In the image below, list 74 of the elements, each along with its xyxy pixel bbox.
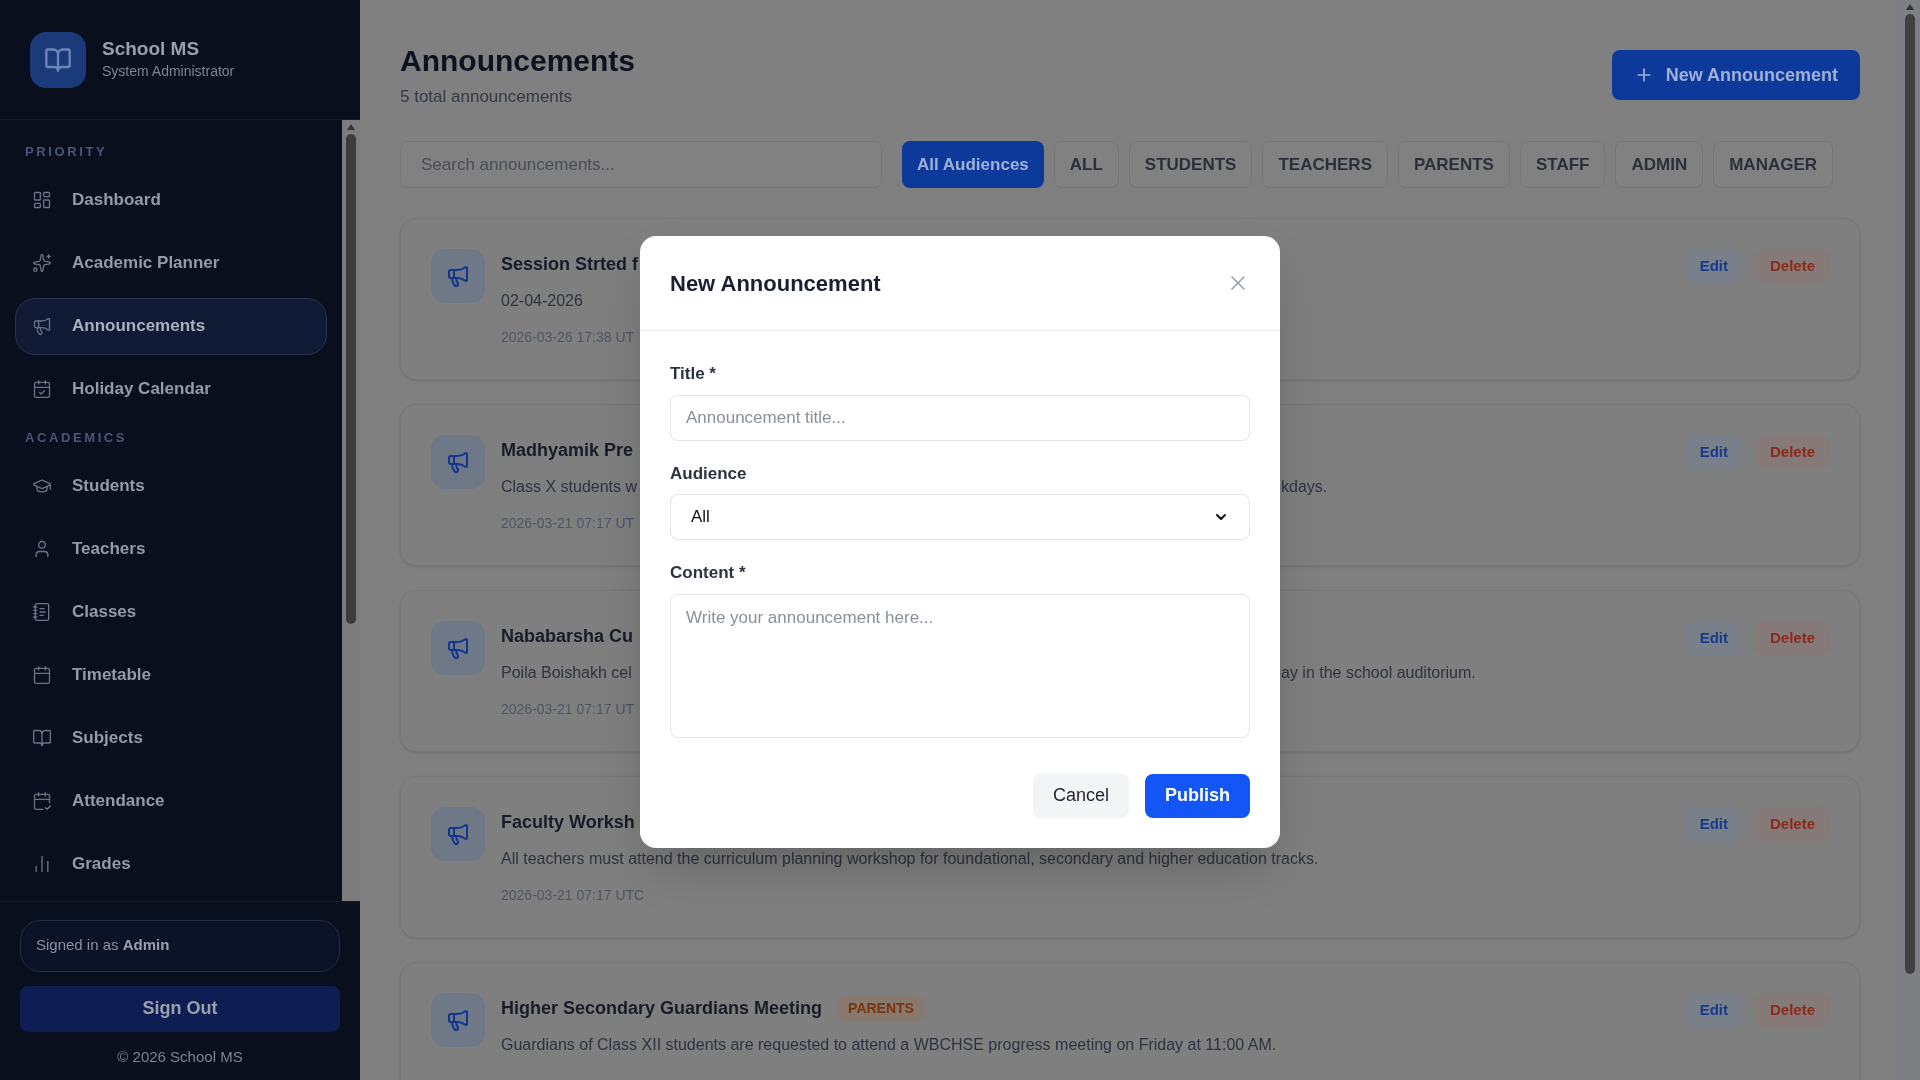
nav-item[interactable]: Timetable <box>15 646 327 703</box>
filter-chip[interactable]: STAFF <box>1519 141 1606 188</box>
megaphone-icon <box>431 621 485 675</box>
section-heading: ACADEMICS <box>24 428 129 447</box>
edit-button[interactable]: Edit <box>1685 807 1742 841</box>
announcement-text: 02-04-2026 <box>501 291 583 311</box>
nav-item[interactable]: Dashboard <box>15 171 327 229</box>
scrollbar[interactable] <box>342 120 360 901</box>
edit-button[interactable]: Edit <box>1685 435 1742 469</box>
announcement-text: kdays. <box>1281 477 1328 497</box>
announcement-text: Class X students w <box>501 477 638 497</box>
nav-item[interactable]: Subjects <box>15 709 327 766</box>
megaphone-icon <box>431 993 485 1047</box>
content-field[interactable]: Write your announcement here... <box>670 593 1250 738</box>
calendar-check-icon <box>32 790 52 811</box>
audience-select[interactable]: All <box>670 494 1250 540</box>
cancel-button[interactable]: Cancel <box>1032 773 1129 818</box>
brand-name: School MS <box>102 37 201 61</box>
search-field[interactable]: Search announcements... <box>400 141 882 188</box>
filter-chip[interactable]: ADMIN <box>1615 141 1704 188</box>
dialog-title: New Announcement <box>670 269 881 298</box>
page-title: Announcements <box>400 43 636 79</box>
nav-item[interactable]: Announcements <box>15 297 327 355</box>
announcement-title: Higher Secondary Guardians Meeting <box>501 996 823 1020</box>
dashboard-icon <box>32 190 52 210</box>
field-label: Content * <box>670 562 746 584</box>
audience-tag: PARENTS <box>838 995 924 1021</box>
book-icon <box>32 727 52 748</box>
title-field[interactable]: Announcement title... <box>670 394 1250 441</box>
filter-chip[interactable]: TEACHERS <box>1262 141 1388 188</box>
new-announcement-button[interactable]: New Announcement <box>1611 50 1860 100</box>
announcement-title: Faculty Worksh <box>501 810 635 834</box>
signed-in-text: Signed in as Admin <box>36 935 170 956</box>
nav-item[interactable]: Academic Planner <box>15 234 327 292</box>
nav-item[interactable]: Attendance <box>15 772 327 829</box>
nav-item[interactable]: Grades <box>15 835 327 892</box>
calendar-icon <box>32 664 52 685</box>
field-label: Title * <box>670 363 716 385</box>
filter-chip[interactable]: PARENTS <box>1398 141 1510 188</box>
megaphone-icon <box>431 249 485 303</box>
announcement-title: Madhyamik Pre <box>501 438 634 462</box>
announcement-text: Poila Boishakh cel <box>501 663 632 683</box>
field-label: Audience <box>670 462 747 485</box>
publish-button[interactable]: Publish <box>1145 773 1250 818</box>
page-subtitle: 5 total announcements <box>400 85 573 108</box>
megaphone-icon <box>431 435 485 489</box>
filter-chip[interactable]: ALL <box>1053 141 1119 188</box>
filter-chip[interactable]: MANAGER <box>1713 141 1834 188</box>
nav-item[interactable]: Classes <box>15 583 327 640</box>
announcement-title: Nababarsha Cu <box>501 624 634 648</box>
nav-item[interactable]: Holiday Calendar <box>15 360 327 418</box>
copyright: © 2026 School MS <box>116 1046 244 1067</box>
announcement-text: ay in the school auditorium. <box>1281 663 1476 683</box>
sparkles-icon <box>32 253 52 273</box>
notebook-icon <box>32 601 52 622</box>
edit-button[interactable]: Edit <box>1685 249 1742 283</box>
edit-button[interactable]: Edit <box>1685 993 1742 1027</box>
section-heading: PRIORITY <box>24 143 109 161</box>
edit-button[interactable]: Edit <box>1685 621 1742 655</box>
announcement-title: Session Strted f <box>501 252 639 276</box>
scroll-up-icon <box>347 124 355 130</box>
brand-role: System Administrator <box>102 61 235 81</box>
announcement-text: All teachers must attend the curriculum planning workshop for foundational, secondary and higher education tracks. <box>501 849 1319 869</box>
nav-item[interactable]: Students <box>15 457 327 514</box>
megaphone-icon <box>431 807 485 861</box>
filter-chip[interactable]: All Audiences <box>902 141 1044 188</box>
megaphone-icon <box>32 316 52 336</box>
nav-item[interactable]: Teachers <box>15 520 327 577</box>
calendar-check-icon <box>32 379 52 399</box>
sign-out-button[interactable]: Sign Out <box>20 985 340 1032</box>
scroll-up-icon <box>1906 4 1914 10</box>
logo-icon <box>30 31 86 88</box>
filter-chip[interactable]: STUDENTS <box>1128 141 1253 188</box>
announcement-text: Guardians of Class XII students are requested to attend a WBCHSE progress meeting on Friday at 11:00 AM. <box>501 1035 1277 1055</box>
